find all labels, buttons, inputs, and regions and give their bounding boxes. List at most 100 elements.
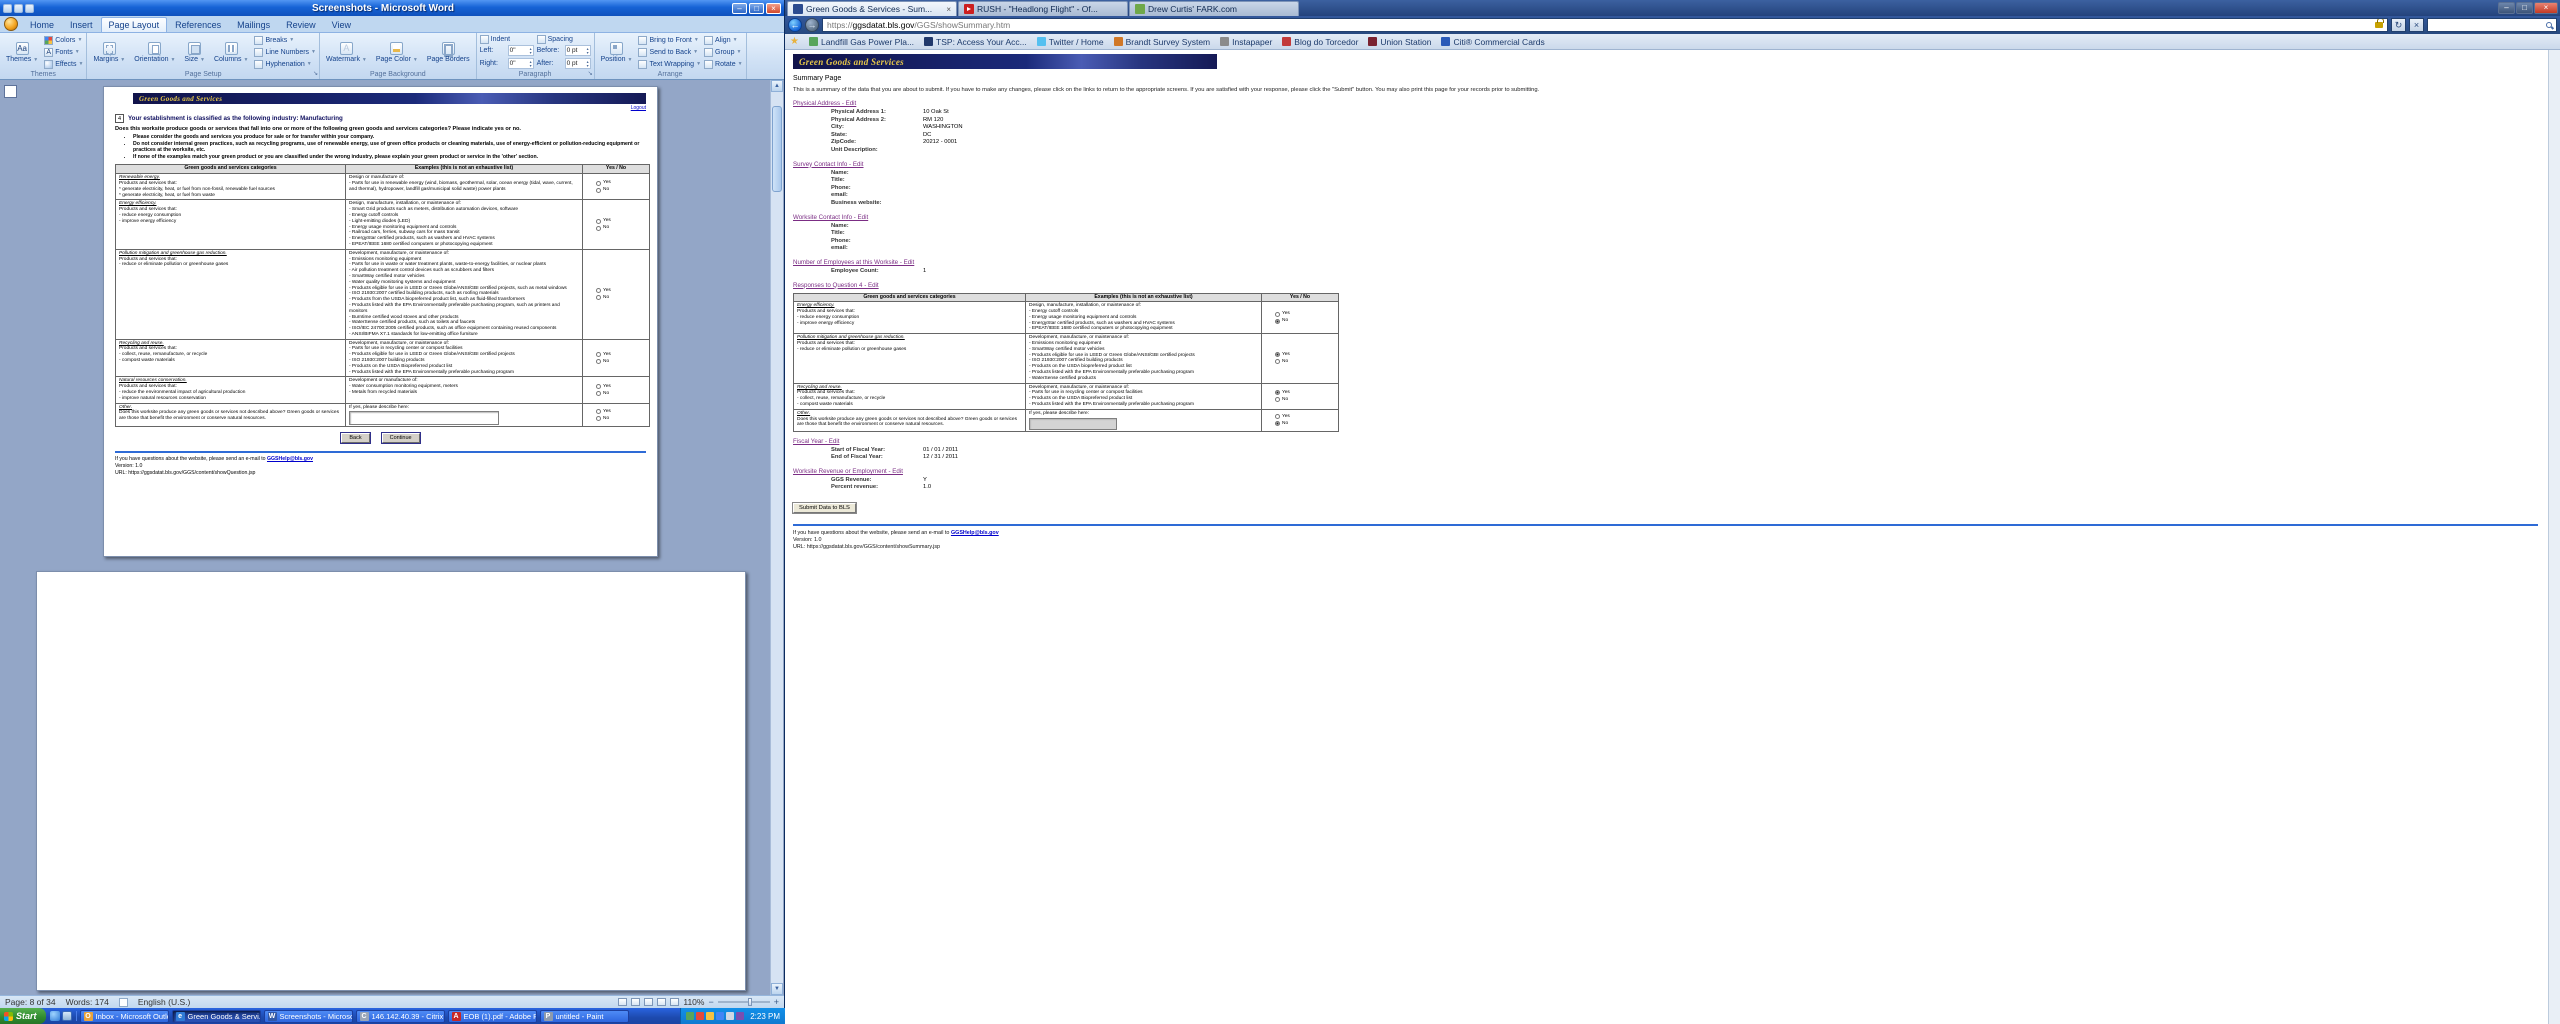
proofing-icon[interactable] [119,998,128,1007]
theme-fonts-button[interactable]: Fonts▼ [44,47,83,58]
indent-right-spinner[interactable]: 0"▴▾ [508,58,534,69]
address-bar[interactable]: https://ggsdatat.bls.gov/GGS/showSummary… [822,18,2388,32]
submit-button[interactable]: Submit Data to BLS [793,503,856,513]
theme-colors-button[interactable]: Colors▼ [44,35,83,46]
office-button[interactable] [4,17,18,31]
quick-launch-ie-icon[interactable] [50,1011,60,1021]
browse-object-box[interactable] [4,85,17,98]
minimize-button[interactable]: – [732,3,747,14]
help-email-link[interactable]: GGSHelp@bls.gov [951,530,999,536]
forward-navigation-icon[interactable]: → [805,18,819,32]
draft-view-icon[interactable] [670,998,679,1006]
favorites-star-icon[interactable]: ★ [790,36,799,47]
help-email-link[interactable]: GGSHelp@bls.gov [267,456,313,462]
rotate-button[interactable]: Rotate▼ [704,59,743,70]
maximize-button[interactable]: □ [749,3,764,14]
print-layout-view-icon[interactable] [618,998,627,1006]
align-button[interactable]: Align▼ [704,35,743,46]
web-layout-view-icon[interactable] [644,998,653,1006]
section-edit-link[interactable]: Worksite Contact Info - Edit [793,214,868,221]
show-desktop-icon[interactable] [62,1011,72,1021]
taskbar-button-word[interactable]: Screenshots - Microsoft... [264,1010,353,1023]
no-radio[interactable] [1275,397,1280,402]
full-screen-reading-view-icon[interactable] [631,998,640,1006]
responses-edit-link[interactable]: Responses to Question 4 - Edit [793,282,879,289]
favorite-link[interactable]: Instapaper [1220,37,1272,47]
taskbar-button-pdf[interactable]: EOB (1).pdf - Adobe Re... [448,1010,537,1023]
taskbar-button-citrix[interactable]: 146.142.40.39 - Citrix ... [356,1010,445,1023]
watermark-button[interactable]: Watermark ▼ [323,42,370,63]
tab-close-icon[interactable]: × [946,5,951,14]
section-edit-link[interactable]: Number of Employees at this Worksite - E… [793,259,914,266]
bring-to-front-button[interactable]: Bring to Front▼ [638,35,701,46]
breaks-button[interactable]: Breaks▼ [254,35,316,46]
yes-radio[interactable] [1275,352,1280,357]
search-box[interactable] [2427,18,2557,32]
browser-tab-ggs[interactable]: Green Goods & Services - Sum... × [787,1,957,16]
columns-button[interactable]: Columns ▼ [211,42,252,63]
favorite-link[interactable]: Blog do Torcedor [1282,37,1358,47]
yes-radio[interactable] [596,352,601,357]
section-edit-link[interactable]: Survey Contact Info - Edit [793,161,864,168]
close-button[interactable]: × [766,3,781,14]
save-icon[interactable] [3,4,12,13]
taskbar-button-outlook[interactable]: Inbox - Microsoft Outlook [80,1010,169,1023]
zoom-level[interactable]: 110% [683,997,704,1007]
no-radio[interactable] [596,295,601,300]
spacing-before-spinner[interactable]: 0 pt▴▾ [565,45,591,56]
orientation-button[interactable]: Orientation ▼ [131,42,178,63]
network-tray-icon[interactable] [716,1012,724,1020]
margins-button[interactable]: Margins ▼ [90,42,128,63]
page-color-button[interactable]: Page Color ▼ [373,42,421,63]
page-setup-dialog-launcher[interactable]: ↘ [313,70,318,79]
continue-button[interactable]: Continue [382,433,420,443]
group-button[interactable]: Group▼ [704,47,743,58]
zoom-in-icon[interactable]: + [774,998,779,1006]
ie-close-button[interactable]: × [2534,2,2558,14]
no-radio[interactable] [596,391,601,396]
update-tray-icon[interactable] [706,1012,714,1020]
theme-effects-button[interactable]: Effects▼ [44,59,83,70]
yes-radio[interactable] [1275,312,1280,317]
favorite-link[interactable]: Landfill Gas Power Pla... [809,37,914,47]
scroll-up-icon[interactable]: ▲ [771,80,783,92]
no-radio[interactable] [596,359,601,364]
hyphenation-button[interactable]: Hyphenation▼ [254,59,316,70]
refresh-icon[interactable]: ↻ [2391,18,2406,32]
favorite-link[interactable]: Union Station [1368,37,1431,47]
ribbon-tab-references[interactable]: References [167,17,229,32]
favorite-link[interactable]: Brandt Survey System [1114,37,1211,47]
back-button[interactable]: Back [341,433,369,443]
yes-radio[interactable] [596,288,601,293]
yes-radio[interactable] [1275,414,1280,419]
section-edit-link[interactable]: Fiscal Year - Edit [793,438,839,445]
stop-icon[interactable]: × [2409,18,2424,32]
yes-radio[interactable] [596,384,601,389]
no-radio[interactable] [596,188,601,193]
yes-radio[interactable] [1275,390,1280,395]
taskbar-button-paint[interactable]: untitled - Paint [540,1010,629,1023]
taskbar-button-ggs[interactable]: Green Goods & Servi... [172,1010,261,1023]
no-radio[interactable] [1275,359,1280,364]
paragraph-dialog-launcher[interactable]: ↘ [588,70,593,79]
browser-tab-youtube[interactable]: RUSH - "Headlong Flight" - Of... [958,1,1128,16]
volume-tray-icon[interactable] [726,1012,734,1020]
scrollbar-thumb[interactable] [772,106,782,192]
no-radio[interactable] [1275,319,1280,324]
status-page[interactable]: Page: 8 of 34 [5,997,56,1007]
repeat-icon[interactable] [25,4,34,13]
status-language[interactable]: English (U.S.) [138,997,190,1007]
ie-minimize-button[interactable]: – [2498,2,2515,14]
zoom-slider[interactable] [718,1001,770,1003]
section-edit-link[interactable]: Worksite Revenue or Employment - Edit [793,468,903,475]
describe-textbox[interactable] [349,411,499,425]
back-navigation-icon[interactable]: ← [788,18,802,32]
messenger-tray-icon[interactable] [736,1012,744,1020]
line-numbers-button[interactable]: Line Numbers▼ [254,47,316,58]
favorite-link[interactable]: Twitter / Home [1037,37,1104,47]
favorite-link[interactable]: Citi® Commercial Cards [1441,37,1544,47]
yes-radio[interactable] [596,409,601,414]
no-radio[interactable] [596,226,601,231]
vertical-scrollbar[interactable]: ▲ ▼ [770,80,783,995]
ribbon-tab-page-layout[interactable]: Page Layout [101,17,168,32]
